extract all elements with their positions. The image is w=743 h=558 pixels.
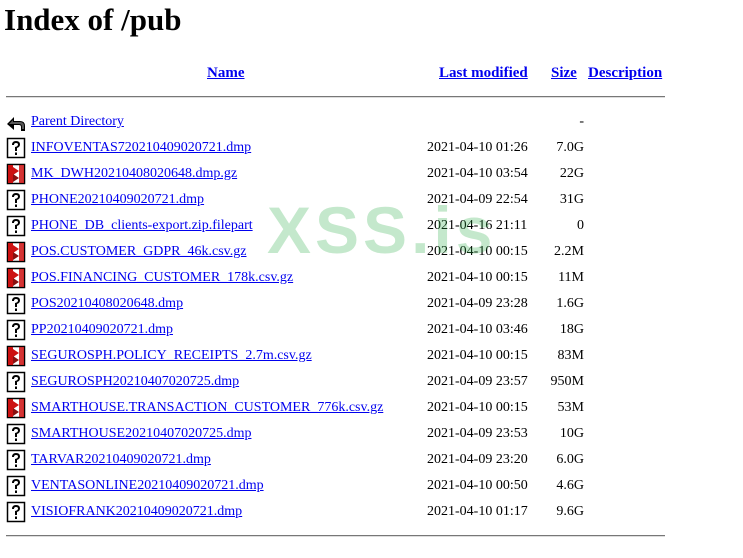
file-link[interactable]: SMARTHOUSE.TRANSACTION_CUSTOMER_776k.csv… bbox=[31, 400, 383, 416]
file-date: 2021-04-10 00:15 bbox=[427, 348, 528, 363]
file-date: 2021-04-16 21:11 bbox=[427, 218, 528, 233]
file-size: 53M bbox=[557, 400, 584, 415]
file-link[interactable]: TARVAR20210409020721.dmp bbox=[31, 452, 211, 468]
compressed-file-icon bbox=[6, 267, 26, 289]
file-link[interactable]: POS.FINANCING_CUSTOMER_178k.csv.gz bbox=[31, 270, 293, 286]
file-link[interactable]: POS.CUSTOMER_GDPR_46k.csv.gz bbox=[31, 244, 246, 260]
file-size: 9.6G bbox=[556, 504, 584, 519]
file-size: 22G bbox=[559, 166, 584, 181]
file-row: POS.CUSTOMER_GDPR_46k.csv.gz 2021-04-10 0… bbox=[0, 241, 743, 267]
unknown-file-icon bbox=[6, 319, 26, 341]
parent-directory-row: Parent Directory - bbox=[0, 111, 743, 137]
parent-directory-link[interactable]: Parent Directory bbox=[31, 114, 124, 130]
name-column-header[interactable]: Name bbox=[207, 64, 245, 82]
file-row: INFOVENTAS720210409020721.dmp 2021-04-10 … bbox=[0, 137, 743, 163]
back-arrow-icon bbox=[6, 111, 26, 133]
file-size: 18G bbox=[559, 322, 584, 337]
file-size: 11M bbox=[558, 270, 584, 285]
file-row: PP20210409020721.dmp 2021-04-10 03:46 18G bbox=[0, 319, 743, 345]
file-date: 2021-04-10 01:17 bbox=[427, 504, 528, 519]
file-size: 6.0G bbox=[556, 452, 584, 467]
unknown-file-icon bbox=[6, 501, 26, 523]
unknown-file-icon bbox=[6, 475, 26, 497]
unknown-file-icon bbox=[6, 189, 26, 211]
file-date: 2021-04-09 23:20 bbox=[427, 452, 528, 467]
file-row: PHONE20210409020721.dmp 2021-04-09 22:54 3… bbox=[0, 189, 743, 215]
unknown-file-icon bbox=[6, 215, 26, 237]
header-divider bbox=[6, 96, 665, 98]
file-size: 2.2M bbox=[554, 244, 584, 259]
file-size: 7.0G bbox=[556, 140, 584, 155]
file-row: POS20210408020648.dmp 2021-04-09 23:28 1.6… bbox=[0, 293, 743, 319]
unknown-file-icon bbox=[6, 423, 26, 445]
file-date: 2021-04-10 00:15 bbox=[427, 270, 528, 285]
file-row: SMARTHOUSE20210407020725.dmp 2021-04-09 2… bbox=[0, 423, 743, 449]
file-link[interactable]: PHONE_DB_clients-export.zip.filepart bbox=[31, 218, 253, 234]
file-row: SEGUROSPH20210407020725.dmp 2021-04-09 23… bbox=[0, 371, 743, 397]
unknown-file-icon bbox=[6, 371, 26, 393]
file-row: TARVAR20210409020721.dmp 2021-04-09 23:20… bbox=[0, 449, 743, 475]
file-link[interactable]: MK_DWH20210408020648.dmp.gz bbox=[31, 166, 237, 182]
file-row: PHONE_DB_clients-export.zip.filepart 2021… bbox=[0, 215, 743, 241]
last-modified-column-header[interactable]: Last modified bbox=[439, 64, 528, 82]
compressed-file-icon bbox=[6, 397, 26, 419]
file-date: 2021-04-09 23:28 bbox=[427, 296, 528, 311]
file-row: SMARTHOUSE.TRANSACTION_CUSTOMER_776k.csv… bbox=[0, 397, 743, 423]
file-date: 2021-04-09 23:57 bbox=[427, 374, 528, 389]
file-date: 2021-04-09 22:54 bbox=[427, 192, 528, 207]
file-link[interactable]: SEGUROSPH20210407020725.dmp bbox=[31, 374, 239, 390]
file-size: 31G bbox=[559, 192, 584, 207]
file-link[interactable]: PHONE20210409020721.dmp bbox=[31, 192, 204, 208]
file-link[interactable]: PP20210409020721.dmp bbox=[31, 322, 173, 338]
compressed-file-icon bbox=[6, 345, 26, 367]
file-link[interactable]: INFOVENTAS720210409020721.dmp bbox=[31, 140, 251, 156]
footer-divider bbox=[6, 535, 665, 537]
unknown-file-icon bbox=[6, 137, 26, 159]
parent-size: - bbox=[579, 114, 584, 129]
file-link[interactable]: VISIOFRANK20210409020721.dmp bbox=[31, 504, 242, 520]
file-date: 2021-04-10 00:15 bbox=[427, 400, 528, 415]
file-row: MK_DWH20210408020648.dmp.gz 2021-04-10 03… bbox=[0, 163, 743, 189]
file-size: 1.6G bbox=[556, 296, 584, 311]
file-link[interactable]: SMARTHOUSE20210407020725.dmp bbox=[31, 426, 251, 442]
description-column-header[interactable]: Description bbox=[588, 64, 662, 82]
file-size: 10G bbox=[559, 426, 584, 441]
page-title: Index of /pub bbox=[4, 2, 182, 37]
file-link[interactable]: POS20210408020648.dmp bbox=[31, 296, 183, 312]
file-link[interactable]: SEGUROSPH.POLICY_RECEIPTS_2.7m.csv.gz bbox=[31, 348, 312, 364]
file-size: 950M bbox=[550, 374, 584, 389]
file-date: 2021-04-10 03:54 bbox=[427, 166, 528, 181]
file-row: SEGUROSPH.POLICY_RECEIPTS_2.7m.csv.gz 202… bbox=[0, 345, 743, 371]
file-row: POS.FINANCING_CUSTOMER_178k.csv.gz 2021-0… bbox=[0, 267, 743, 293]
file-date: 2021-04-09 23:53 bbox=[427, 426, 528, 441]
file-size: 0 bbox=[577, 218, 584, 233]
file-link[interactable]: VENTASONLINE20210409020721.dmp bbox=[31, 478, 264, 494]
file-date: 2021-04-10 01:26 bbox=[427, 140, 528, 155]
file-row: VENTASONLINE20210409020721.dmp 2021-04-10… bbox=[0, 475, 743, 501]
file-date: 2021-04-10 00:50 bbox=[427, 478, 528, 493]
file-date: 2021-04-10 00:15 bbox=[427, 244, 528, 259]
unknown-file-icon bbox=[6, 293, 26, 315]
file-date: 2021-04-10 03:46 bbox=[427, 322, 528, 337]
file-row: VISIOFRANK20210409020721.dmp 2021-04-10 0… bbox=[0, 501, 743, 527]
unknown-file-icon bbox=[6, 449, 26, 471]
compressed-file-icon bbox=[6, 241, 26, 263]
file-size: 83M bbox=[557, 348, 584, 363]
compressed-file-icon bbox=[6, 163, 26, 185]
size-column-header[interactable]: Size bbox=[551, 64, 577, 82]
file-size: 4.6G bbox=[556, 478, 584, 493]
